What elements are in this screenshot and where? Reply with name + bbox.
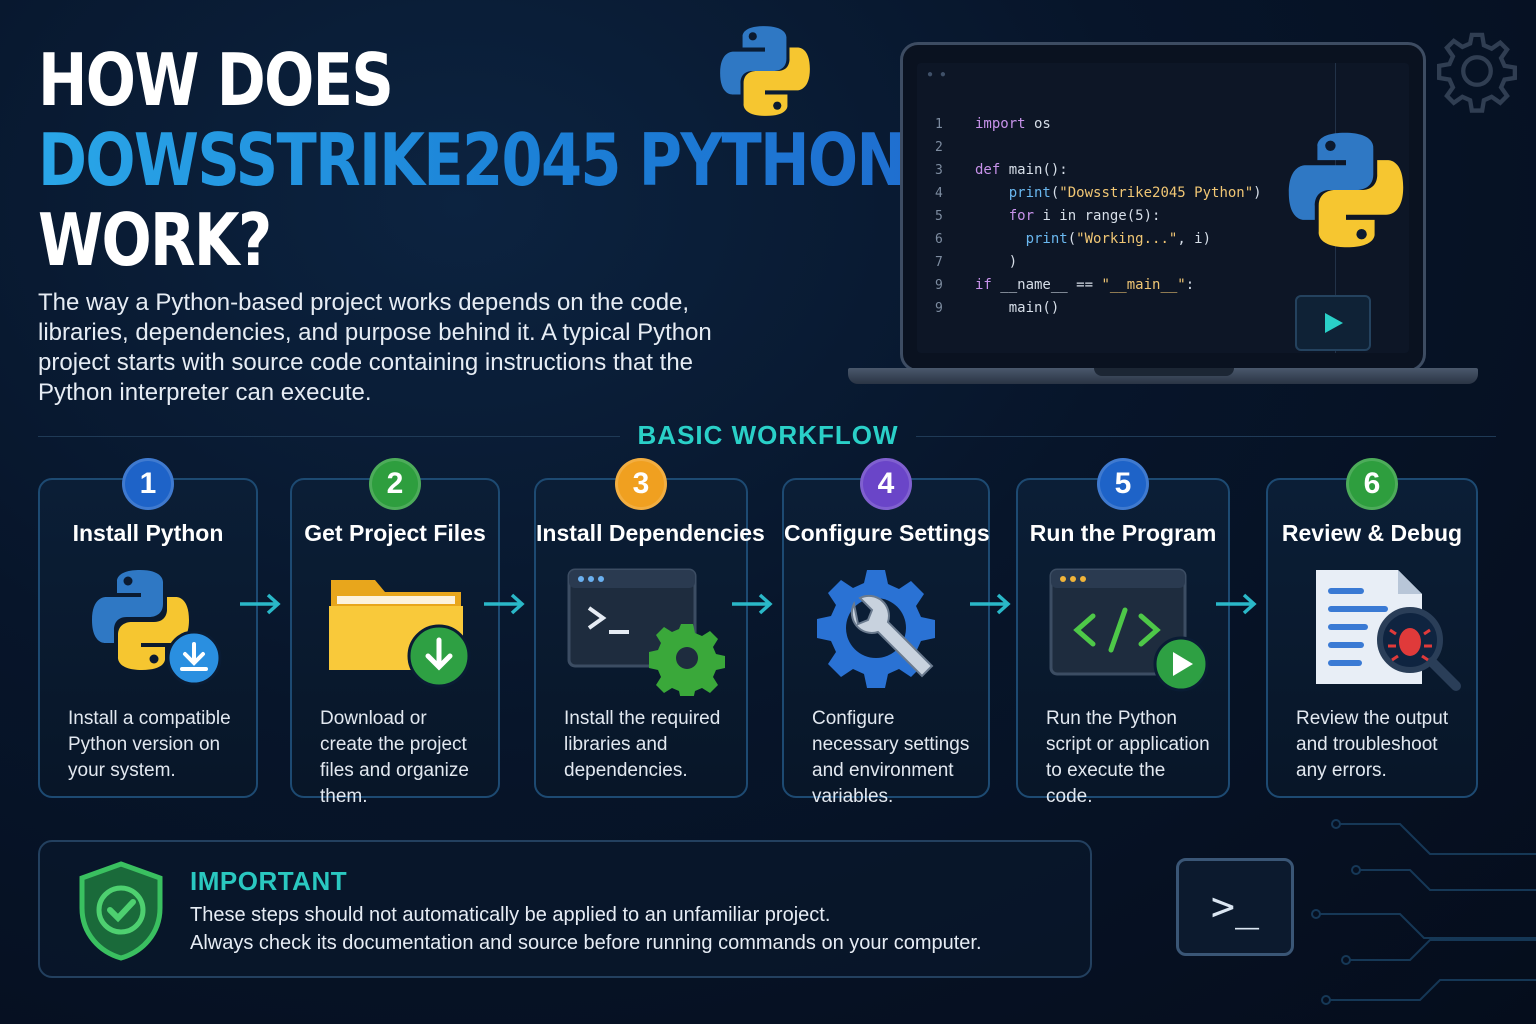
gear-icon bbox=[1437, 32, 1517, 113]
step-number-badge: 5 bbox=[1097, 458, 1149, 510]
code-keyword: import bbox=[975, 116, 1026, 132]
wrench-gear-icon bbox=[817, 570, 935, 688]
step-number-badge: 1 bbox=[122, 458, 174, 510]
important-line-1: These steps should not automatically be … bbox=[190, 904, 831, 926]
line-number: 7 bbox=[935, 255, 943, 270]
python-logo-icon bbox=[720, 26, 810, 116]
important-notice: IMPORTANT These steps should not automat… bbox=[38, 840, 1092, 978]
step-number-badge: 4 bbox=[860, 458, 912, 510]
line-number: 1 bbox=[935, 117, 943, 132]
code-editor: ● ● 1 2 3 4 5 6 7 9 9 import os def main(): print… bbox=[917, 63, 1409, 353]
code-line: main() bbox=[975, 297, 1275, 320]
arrow-right-icon bbox=[732, 593, 773, 615]
step-title: Install Dependencies bbox=[536, 520, 765, 546]
line-number: 9 bbox=[935, 301, 943, 316]
step-number-badge: 6 bbox=[1346, 458, 1398, 510]
step-number-badge: 3 bbox=[615, 458, 667, 510]
code-line: print("Dowsstrike2045 Python") bbox=[975, 182, 1275, 205]
play-icon bbox=[1325, 313, 1343, 333]
python-download-icon bbox=[92, 570, 222, 686]
line-number: 3 bbox=[935, 163, 943, 178]
run-button[interactable] bbox=[1295, 295, 1371, 351]
terminal-gear-icon bbox=[567, 568, 725, 696]
step-description: Download or create the project files and… bbox=[320, 708, 469, 807]
title-line-3: WORK? bbox=[38, 198, 272, 282]
laptop-notch bbox=[1094, 368, 1234, 376]
code-line: if __name__ == "__main__": bbox=[975, 274, 1275, 297]
code-line: for i in range(5): bbox=[975, 205, 1275, 228]
step-title: Run the Program bbox=[1029, 520, 1217, 546]
step-description: Review the output and troubleshoot any e… bbox=[1296, 708, 1449, 781]
line-numbers: 1 2 3 4 5 6 7 9 9 bbox=[935, 113, 955, 320]
window-dots-icon: ● ● bbox=[927, 69, 948, 80]
folder-download-icon bbox=[329, 580, 471, 688]
workflow-divider-right bbox=[916, 436, 1496, 437]
line-number: 2 bbox=[935, 140, 943, 155]
workflow-step-2: 2 Get Project Files Download or create t… bbox=[290, 458, 500, 807]
workflow-divider-left bbox=[38, 436, 620, 437]
code-text: ("Dowsstrike2045 Python") bbox=[1050, 185, 1262, 201]
code-keyword: print bbox=[975, 185, 1051, 201]
code-line: import os bbox=[975, 113, 1275, 136]
important-line-2: Always check its documentation and sourc… bbox=[190, 932, 982, 954]
intro-paragraph: The way a Python-based project works dep… bbox=[38, 289, 712, 406]
step-title: Install Python bbox=[72, 520, 224, 546]
step-title: Review & Debug bbox=[1281, 520, 1463, 546]
title-line-2: DOWSSTRIKE2045 PYTHON bbox=[38, 118, 906, 202]
line-number: 9 bbox=[935, 278, 943, 293]
step-description: Run the Python script or application to … bbox=[1046, 708, 1210, 807]
arrow-right-icon bbox=[970, 593, 1011, 615]
step-number-badge: 2 bbox=[369, 458, 421, 510]
workflow-step-6: 6 Review & Debug Review the output and t… bbox=[1266, 458, 1478, 798]
workflow-step-5: 5 Run the Program Run the Python script … bbox=[1016, 458, 1230, 807]
workflow-title: BASIC WORKFLOW bbox=[637, 420, 899, 450]
arrow-right-icon bbox=[1216, 593, 1257, 615]
code-run-icon bbox=[1049, 568, 1209, 692]
code-text: main() bbox=[975, 300, 1060, 316]
line-number: 5 bbox=[935, 209, 943, 224]
workflow-step-4: 4 Configure Settings Configure necessary… bbox=[782, 458, 990, 807]
line-number: 4 bbox=[935, 186, 943, 201]
laptop: ● ● 1 2 3 4 5 6 7 9 9 import os def main(): print… bbox=[900, 42, 1426, 372]
step-description: Install a compatible Python version on y… bbox=[68, 708, 231, 781]
code-text: __name__ == "__main__": bbox=[991, 277, 1195, 293]
shield-check-icon bbox=[79, 861, 163, 961]
arrow-right-icon bbox=[240, 593, 281, 615]
code-keyword: def bbox=[975, 162, 1001, 178]
code-line: ) bbox=[975, 251, 1275, 274]
step-title: Configure Settings bbox=[784, 520, 990, 546]
code-line: def main(): bbox=[975, 159, 1275, 182]
code-text: os bbox=[1025, 116, 1051, 132]
code-block: import os def main(): print("Dowsstrike20… bbox=[975, 113, 1275, 320]
code-keyword: print bbox=[975, 231, 1068, 247]
code-keyword: if bbox=[975, 277, 992, 293]
code-keyword: for bbox=[975, 208, 1035, 224]
terminal-icon: >_ bbox=[1176, 858, 1294, 956]
circuit-decoration bbox=[1311, 819, 1536, 1005]
step-title: Get Project Files bbox=[304, 520, 486, 546]
step-description: Install the required libraries and depen… bbox=[564, 708, 721, 781]
step-description: Configure necessary settings and environ… bbox=[812, 708, 970, 807]
document-bug-icon bbox=[1316, 570, 1461, 691]
code-text: main(): bbox=[1000, 162, 1068, 178]
python-logo-icon bbox=[1288, 132, 1404, 248]
important-title: IMPORTANT bbox=[190, 866, 348, 896]
workflow-step-3: 3 Install Dependencies Install the requi… bbox=[534, 458, 765, 798]
code-line: print("Working...", i) bbox=[975, 228, 1275, 251]
code-text: ) bbox=[975, 254, 1018, 270]
line-number: 6 bbox=[935, 232, 943, 247]
workflow-step-1: 1 Install Python Install a compatible Py… bbox=[38, 458, 258, 798]
code-text: ("Working...", i) bbox=[1067, 231, 1212, 247]
arrow-right-icon bbox=[484, 593, 525, 615]
code-text: i in range(5): bbox=[1034, 208, 1161, 224]
